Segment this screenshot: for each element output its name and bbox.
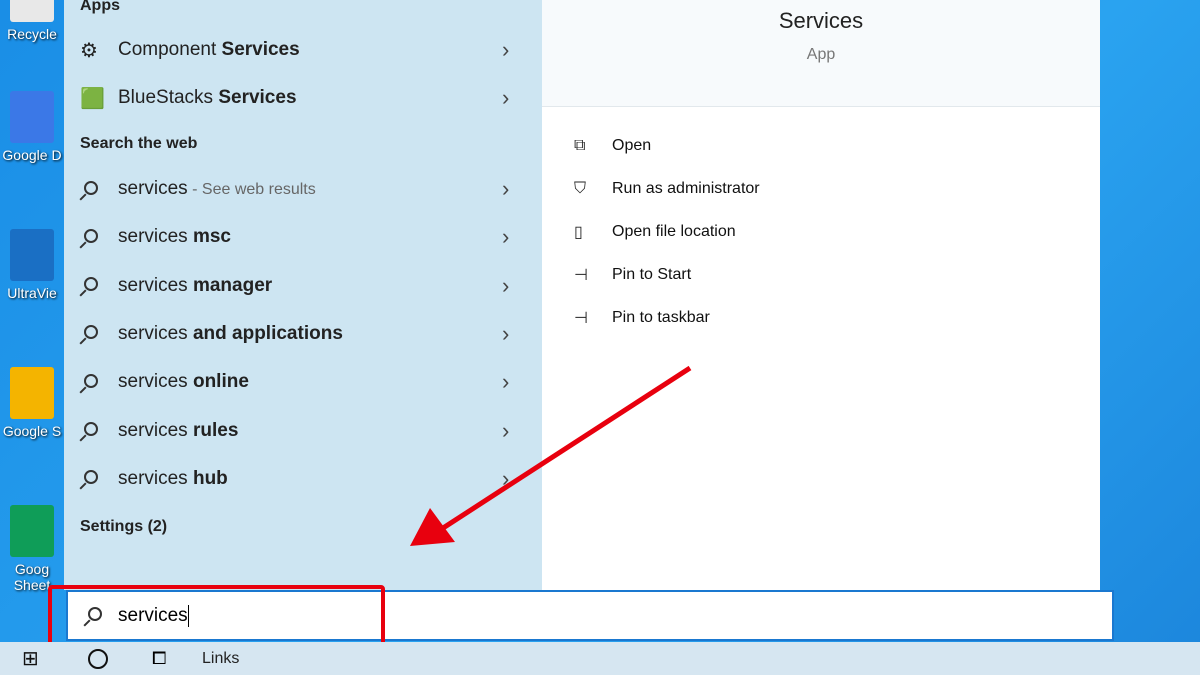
annotation-arrow <box>410 365 692 546</box>
links-toolbar[interactable]: Links <box>202 650 239 668</box>
cortana-search-icon[interactable] <box>88 648 108 669</box>
start-button[interactable]: ⊞ <box>22 646 82 671</box>
taskbar: ⊞ ⧠ Links <box>0 642 1200 675</box>
task-view-icon[interactable]: ⧠ <box>152 648 202 669</box>
